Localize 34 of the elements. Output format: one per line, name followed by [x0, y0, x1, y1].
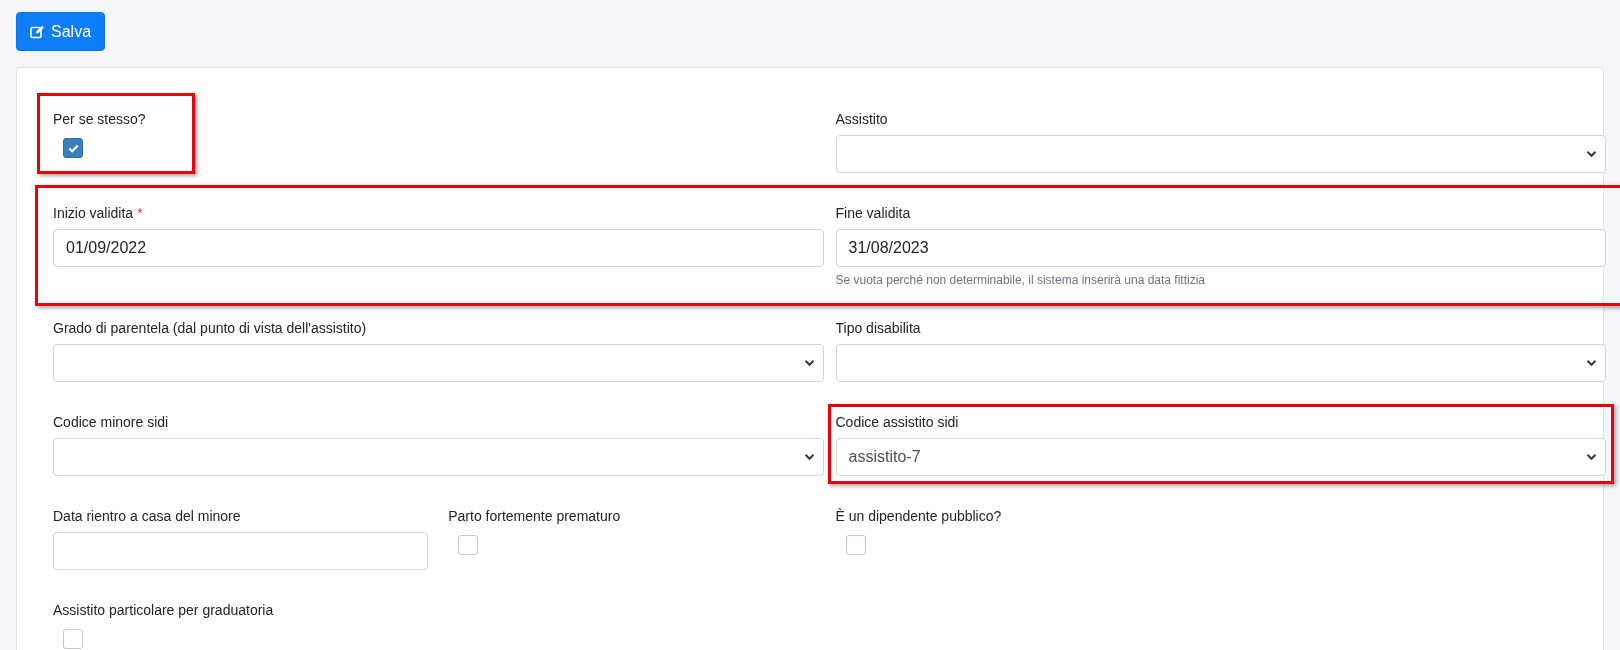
text-field[interactable]: [53, 532, 429, 570]
field-label: Parto fortemente prematuro: [448, 507, 621, 526]
checkbox[interactable]: [458, 535, 479, 555]
checkbox[interactable]: [63, 629, 83, 649]
field-label: Data rientro a casa del minore: [53, 507, 241, 526]
field-label: Assistito particolare per graduatoria: [53, 601, 274, 620]
checkbox[interactable]: [845, 535, 866, 555]
dropdown-field[interactable]: assistito-7: [835, 438, 1606, 476]
edit-icon: [30, 24, 45, 39]
chevron-down-icon: [1586, 359, 1597, 367]
help-text: Se vuota perché non determinabile, il sistema inserirà una data fittizia: [835, 272, 1207, 288]
dropdown-field[interactable]: [53, 344, 824, 382]
dropdown-field[interactable]: [835, 135, 1606, 173]
field-label: Assistito: [835, 110, 888, 129]
chevron-down-icon: [803, 453, 815, 461]
field-label: Per se stesso?: [53, 110, 146, 129]
field-label: Codice assistito sidi: [835, 413, 959, 432]
date-field[interactable]: 31/08/2023: [835, 229, 1606, 267]
chevron-down-icon: [1586, 453, 1597, 461]
chevron-down-icon: [1586, 150, 1597, 158]
field-label: Codice minore sidi: [53, 413, 169, 432]
field-label: Tipo disabilita: [835, 319, 921, 338]
field-label: È un dipendente pubblico?: [835, 507, 1002, 526]
dropdown-field[interactable]: [53, 438, 824, 476]
check-icon: [67, 143, 79, 153]
field-label: Fine validita: [835, 204, 911, 223]
chevron-down-icon: [803, 359, 815, 367]
field-label: Grado di parentela (dal punto di vista dell'assistito): [53, 319, 367, 338]
field-label: Inizio validita: [53, 204, 134, 223]
date-field[interactable]: 01/09/2022: [53, 229, 824, 267]
save-button[interactable]: Salva: [16, 12, 106, 51]
checkbox[interactable]: [63, 138, 83, 158]
required-asterisk: *: [137, 204, 143, 223]
dropdown-field[interactable]: [835, 344, 1606, 382]
